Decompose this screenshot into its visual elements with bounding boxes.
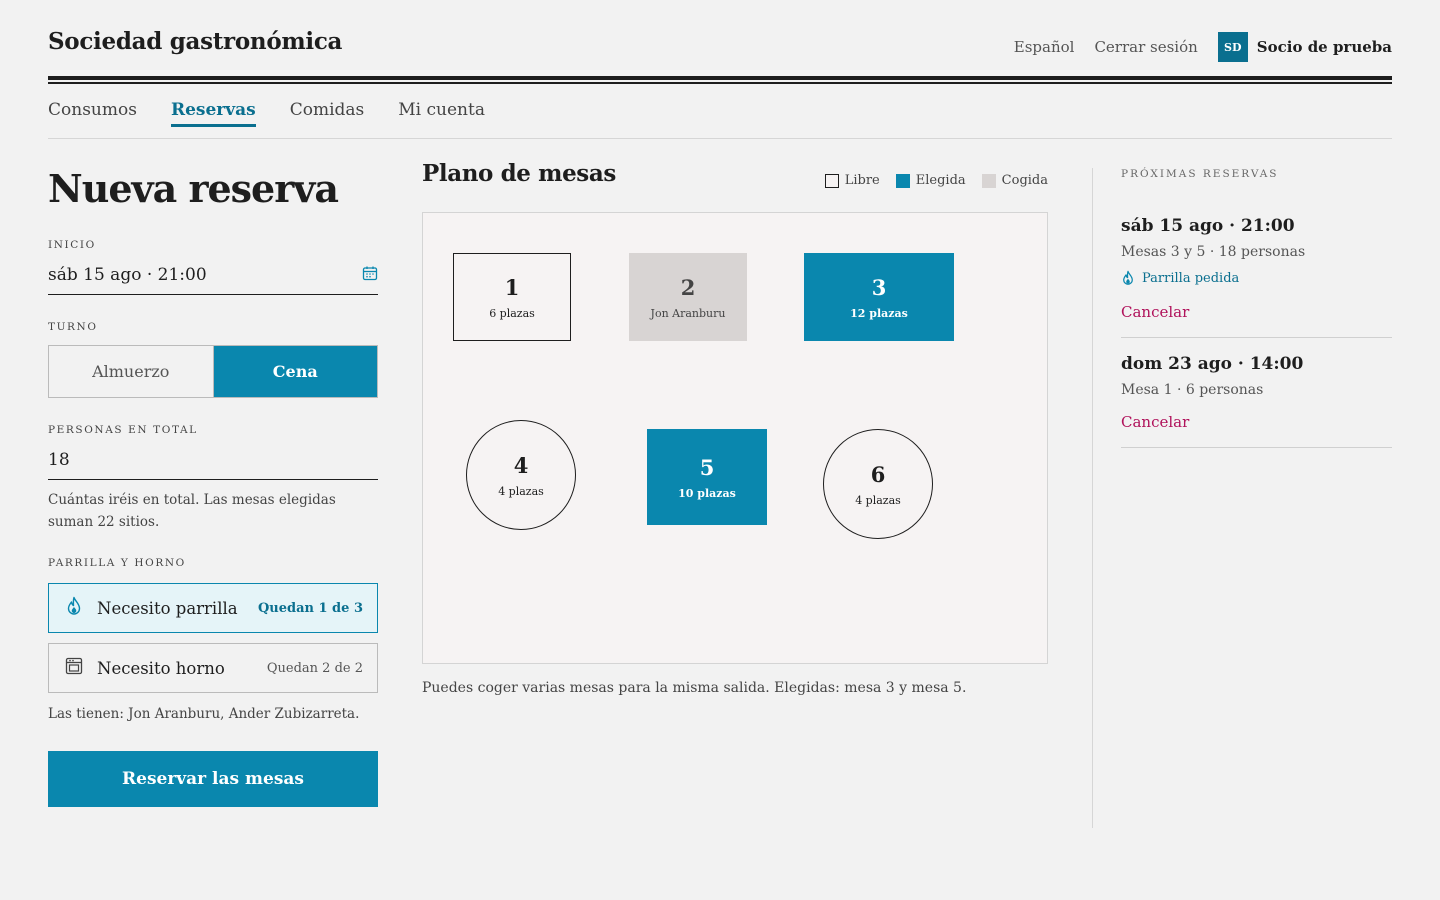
column-divider (1092, 168, 1093, 828)
shift-toggle: Almuerzo Cena (48, 345, 378, 398)
start-field[interactable]: sáb 15 ago · 21:00 (48, 255, 378, 295)
table-detail: 10 plazas (678, 486, 736, 500)
shift-option-almuerzo[interactable]: Almuerzo (49, 346, 214, 397)
reservation-when: dom 23 ago · 14:00 (1121, 354, 1304, 374)
equipment-label: PARRILLA Y HORNO (48, 557, 186, 569)
logout-link[interactable]: Cerrar sesión (1094, 38, 1197, 56)
floor-plan: 1 6 plazas 2 Jon Aranburu 3 12 plazas 4 … (422, 212, 1048, 664)
legend-taken: Cogida (981, 173, 1048, 188)
oven-availability: Quedan 2 de 2 (266, 660, 363, 676)
table-2[interactable]: 2 Jon Aranburu (629, 253, 747, 341)
avatar[interactable]: SD (1217, 32, 1248, 62)
reservation-item: sáb 15 ago · 21:00 Mesas 3 y 5 · 18 pers… (1121, 216, 1392, 338)
upcoming-reservations: PRÓXIMAS RESERVAS sáb 15 ago · 21:00 Mes… (1121, 168, 1392, 448)
nav-item-comidas[interactable]: Comidas (290, 100, 365, 127)
start-value[interactable]: sáb 15 ago · 21:00 (48, 265, 207, 285)
oven-option[interactable]: Necesito horno Quedan 2 de 2 (48, 643, 378, 693)
table-detail: 4 plazas (855, 493, 901, 507)
flame-icon (1121, 270, 1135, 286)
main-nav: Consumos Reservas Comidas Mi cuenta (48, 100, 519, 127)
oven-icon (65, 657, 83, 679)
legend-taken-swatch (981, 173, 996, 188)
table-number: 6 (870, 461, 886, 487)
table-1[interactable]: 1 6 plazas (453, 253, 571, 341)
user-name[interactable]: Socio de prueba (1257, 38, 1392, 56)
flame-icon (65, 596, 83, 620)
table-5[interactable]: 5 10 plazas (647, 429, 767, 525)
legend-free: Libre (824, 173, 880, 188)
plan-legend: Libre Elegida Cogida (809, 173, 1048, 188)
plan-note: Puedes coger varias mesas para la misma … (422, 680, 967, 696)
grill-availability: Quedan 1 de 3 (257, 600, 363, 616)
brand-title[interactable]: Sociedad gastronómica (48, 28, 342, 55)
start-label: INICIO (48, 239, 96, 251)
reservation-detail: Mesas 3 y 5 · 18 personas (1121, 244, 1306, 260)
grill-option[interactable]: Necesito parrilla Quedan 1 de 3 (48, 583, 378, 633)
people-label: PERSONAS EN TOTAL (48, 424, 198, 436)
user-area: Español Cerrar sesión SD Socio de prueba (994, 32, 1392, 62)
top-bar: Sociedad gastronómica Español Cerrar ses… (48, 0, 1392, 84)
calendar-icon[interactable] (362, 265, 378, 285)
table-detail: 6 plazas (489, 306, 535, 320)
header-rule (48, 76, 1392, 80)
table-plan-section: Plano de mesas Libre Elegida Cogida 1 6 … (422, 160, 1048, 696)
cancel-reservation-link[interactable]: Cancelar (1121, 413, 1189, 431)
page-title: Nueva reserva (48, 166, 339, 211)
legend-taken-label: Cogida (1001, 173, 1048, 188)
nav-item-consumos[interactable]: Consumos (48, 100, 137, 127)
reservation-flag: Parrilla pedida (1121, 270, 1392, 286)
language-link[interactable]: Español (1014, 38, 1075, 56)
table-number: 1 (504, 274, 520, 300)
oven-label: Necesito horno (97, 658, 225, 678)
equipment-holders-note: Las tienen: Jon Aranburu, Ander Zubizarr… (48, 706, 360, 722)
upcoming-title: PRÓXIMAS RESERVAS (1121, 168, 1279, 180)
table-detail: 12 plazas (850, 306, 908, 320)
table-number: 5 (699, 454, 715, 480)
reservation-form: Nueva reserva INICIO sáb 15 ago · 21:00 … (48, 160, 378, 807)
table-6[interactable]: 6 4 plazas (823, 429, 933, 539)
legend-chosen: Elegida (895, 173, 966, 188)
legend-chosen-swatch (895, 173, 910, 188)
people-help: Cuántas iréis en total. Las mesas elegid… (48, 492, 336, 530)
people-value[interactable]: 18 (48, 450, 70, 470)
table-detail: 4 plazas (498, 484, 544, 498)
table-detail: Jon Aranburu (650, 306, 726, 320)
legend-free-label: Libre (844, 173, 880, 188)
header-rule-thin (48, 82, 1392, 84)
table-number: 4 (513, 452, 529, 478)
cancel-reservation-link[interactable]: Cancelar (1121, 303, 1189, 321)
nav-divider (48, 138, 1392, 139)
reserve-tables-button[interactable]: Reservar las mesas (48, 751, 378, 807)
nav-item-reservas[interactable]: Reservas (170, 100, 256, 127)
table-4[interactable]: 4 4 plazas (466, 420, 576, 530)
shift-label: TURNO (48, 321, 98, 333)
table-number: 2 (680, 274, 696, 300)
reservation-when: sáb 15 ago · 21:00 (1121, 216, 1295, 236)
legend-chosen-label: Elegida (915, 173, 966, 188)
legend-free-swatch (824, 173, 839, 188)
table-number: 3 (871, 274, 887, 300)
reservation-detail: Mesa 1 · 6 personas (1121, 382, 1264, 398)
reservation-item: dom 23 ago · 14:00 Mesa 1 · 6 personas C… (1121, 354, 1392, 448)
nav-item-mi-cuenta[interactable]: Mi cuenta (398, 100, 485, 127)
reservation-flag-label: Parrilla pedida (1142, 270, 1240, 286)
shift-option-cena[interactable]: Cena (213, 346, 377, 397)
people-input[interactable]: 18 (48, 440, 378, 480)
grill-label: Necesito parrilla (97, 598, 238, 618)
table-3[interactable]: 3 12 plazas (804, 253, 954, 341)
